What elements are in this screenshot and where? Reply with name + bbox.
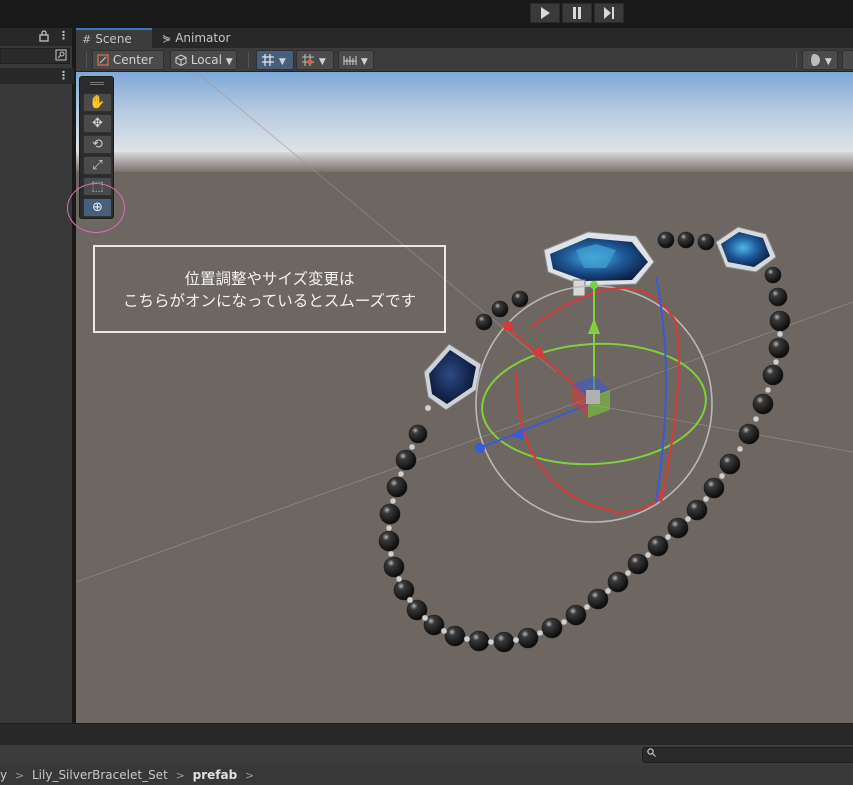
highlight-circle (67, 183, 125, 233)
kebab-menu-icon-2[interactable]: ⋮ (58, 69, 69, 83)
move-arrows-icon: ✥ (92, 116, 103, 131)
breadcrumb-item-prefab[interactable]: prefab (193, 765, 238, 785)
scene-toolbar: Center ▼ Local ▼ ▼ ▼ ▼ ▼ (76, 48, 853, 85)
pause-button[interactable] (562, 3, 592, 23)
hierarchy-search[interactable] (0, 48, 70, 64)
grid-icon: # (82, 33, 92, 46)
breadcrumb-item-bracelet-set[interactable]: Lily_SilverBracelet_Set (32, 765, 168, 785)
chevron-down-icon: ▼ (225, 57, 233, 67)
chevron-down-icon: ▼ (278, 57, 286, 67)
hierarchy-panel: ⋮ ⋮ (0, 28, 74, 723)
toolbar-divider (796, 52, 797, 68)
breadcrumb-separator-icon: > (175, 769, 185, 782)
chevron-down-icon: ▼ (360, 57, 368, 67)
kebab-menu-icon[interactable]: ⋮ (58, 29, 69, 43)
pivot-rotation-dropdown[interactable]: Local ▼ (170, 50, 237, 70)
step-button[interactable] (594, 3, 624, 23)
tab-animator[interactable]: ⋟ Animator (156, 28, 246, 48)
step-icon (604, 7, 614, 19)
grid-snap-toggle[interactable]: ▼ (256, 50, 294, 70)
hierarchy-header: ⋮ (0, 28, 72, 46)
hierarchy-subheader: ⋮ (0, 68, 74, 84)
play-icon (541, 7, 550, 19)
pause-icon (573, 7, 581, 19)
overflow-button[interactable] (842, 50, 853, 70)
scale-tool-button[interactable]: ⤢ (83, 156, 112, 175)
toolbar-divider (86, 52, 87, 68)
hand-tool-button[interactable]: ✋ (83, 93, 112, 112)
ruler-toggle[interactable]: ▼ (338, 50, 374, 70)
scale-icon: ⤢ (92, 158, 103, 173)
scene-tab-bar: # Scene ⋟ Animator (76, 28, 853, 48)
play-button[interactable] (530, 3, 560, 23)
rotate-tool-button[interactable]: ⟲ (83, 135, 112, 154)
annotation-caption: 位置調整やサイズ変更は こちらがオンになっているとスムーズです (93, 245, 446, 333)
snap-increment-icon (302, 54, 314, 66)
breadcrumb-item-partial[interactable]: y (0, 765, 7, 785)
pivot-mode-dropdown[interactable]: Center ▼ (92, 50, 164, 85)
project-search-input[interactable] (642, 747, 853, 763)
search-scope-icon[interactable] (55, 49, 67, 65)
scene-render (76, 72, 853, 723)
shading-sphere-icon (808, 54, 820, 66)
grid-snap-icon (262, 54, 274, 66)
scene-viewport[interactable] (76, 72, 853, 723)
hand-icon: ✋ (89, 95, 106, 110)
toolbar-divider (248, 52, 249, 68)
bottom-panel-tabbar (0, 723, 853, 745)
ruler-icon (343, 56, 357, 65)
top-bar (0, 0, 853, 28)
project-breadcrumb: y > Lily_SilverBracelet_Set > prefab > (0, 765, 853, 785)
local-cube-icon (175, 54, 187, 67)
palette-grip-handle[interactable] (90, 82, 104, 85)
unity-editor: ⋮ ⋮ #Scene ⋟Animator Center ▼ Local (0, 0, 853, 785)
pivot-center-icon (97, 54, 109, 66)
chevron-down-icon: ▼ (824, 57, 832, 67)
breadcrumb-separator-icon: > (245, 769, 255, 782)
rotate-icon: ⟲ (92, 137, 103, 152)
animator-icon: ⋟ (162, 32, 172, 45)
chevron-down-icon: ▼ (318, 57, 326, 67)
breadcrumb-separator-icon: > (14, 769, 25, 782)
tab-scene[interactable]: # Scene (76, 28, 152, 48)
draw-mode-dropdown[interactable]: ▼ (802, 50, 838, 70)
search-icon (647, 748, 656, 762)
move-tool-button[interactable]: ✥ (83, 114, 112, 133)
lock-icon[interactable] (39, 30, 49, 46)
snap-increment-toggle[interactable]: ▼ (296, 50, 334, 70)
